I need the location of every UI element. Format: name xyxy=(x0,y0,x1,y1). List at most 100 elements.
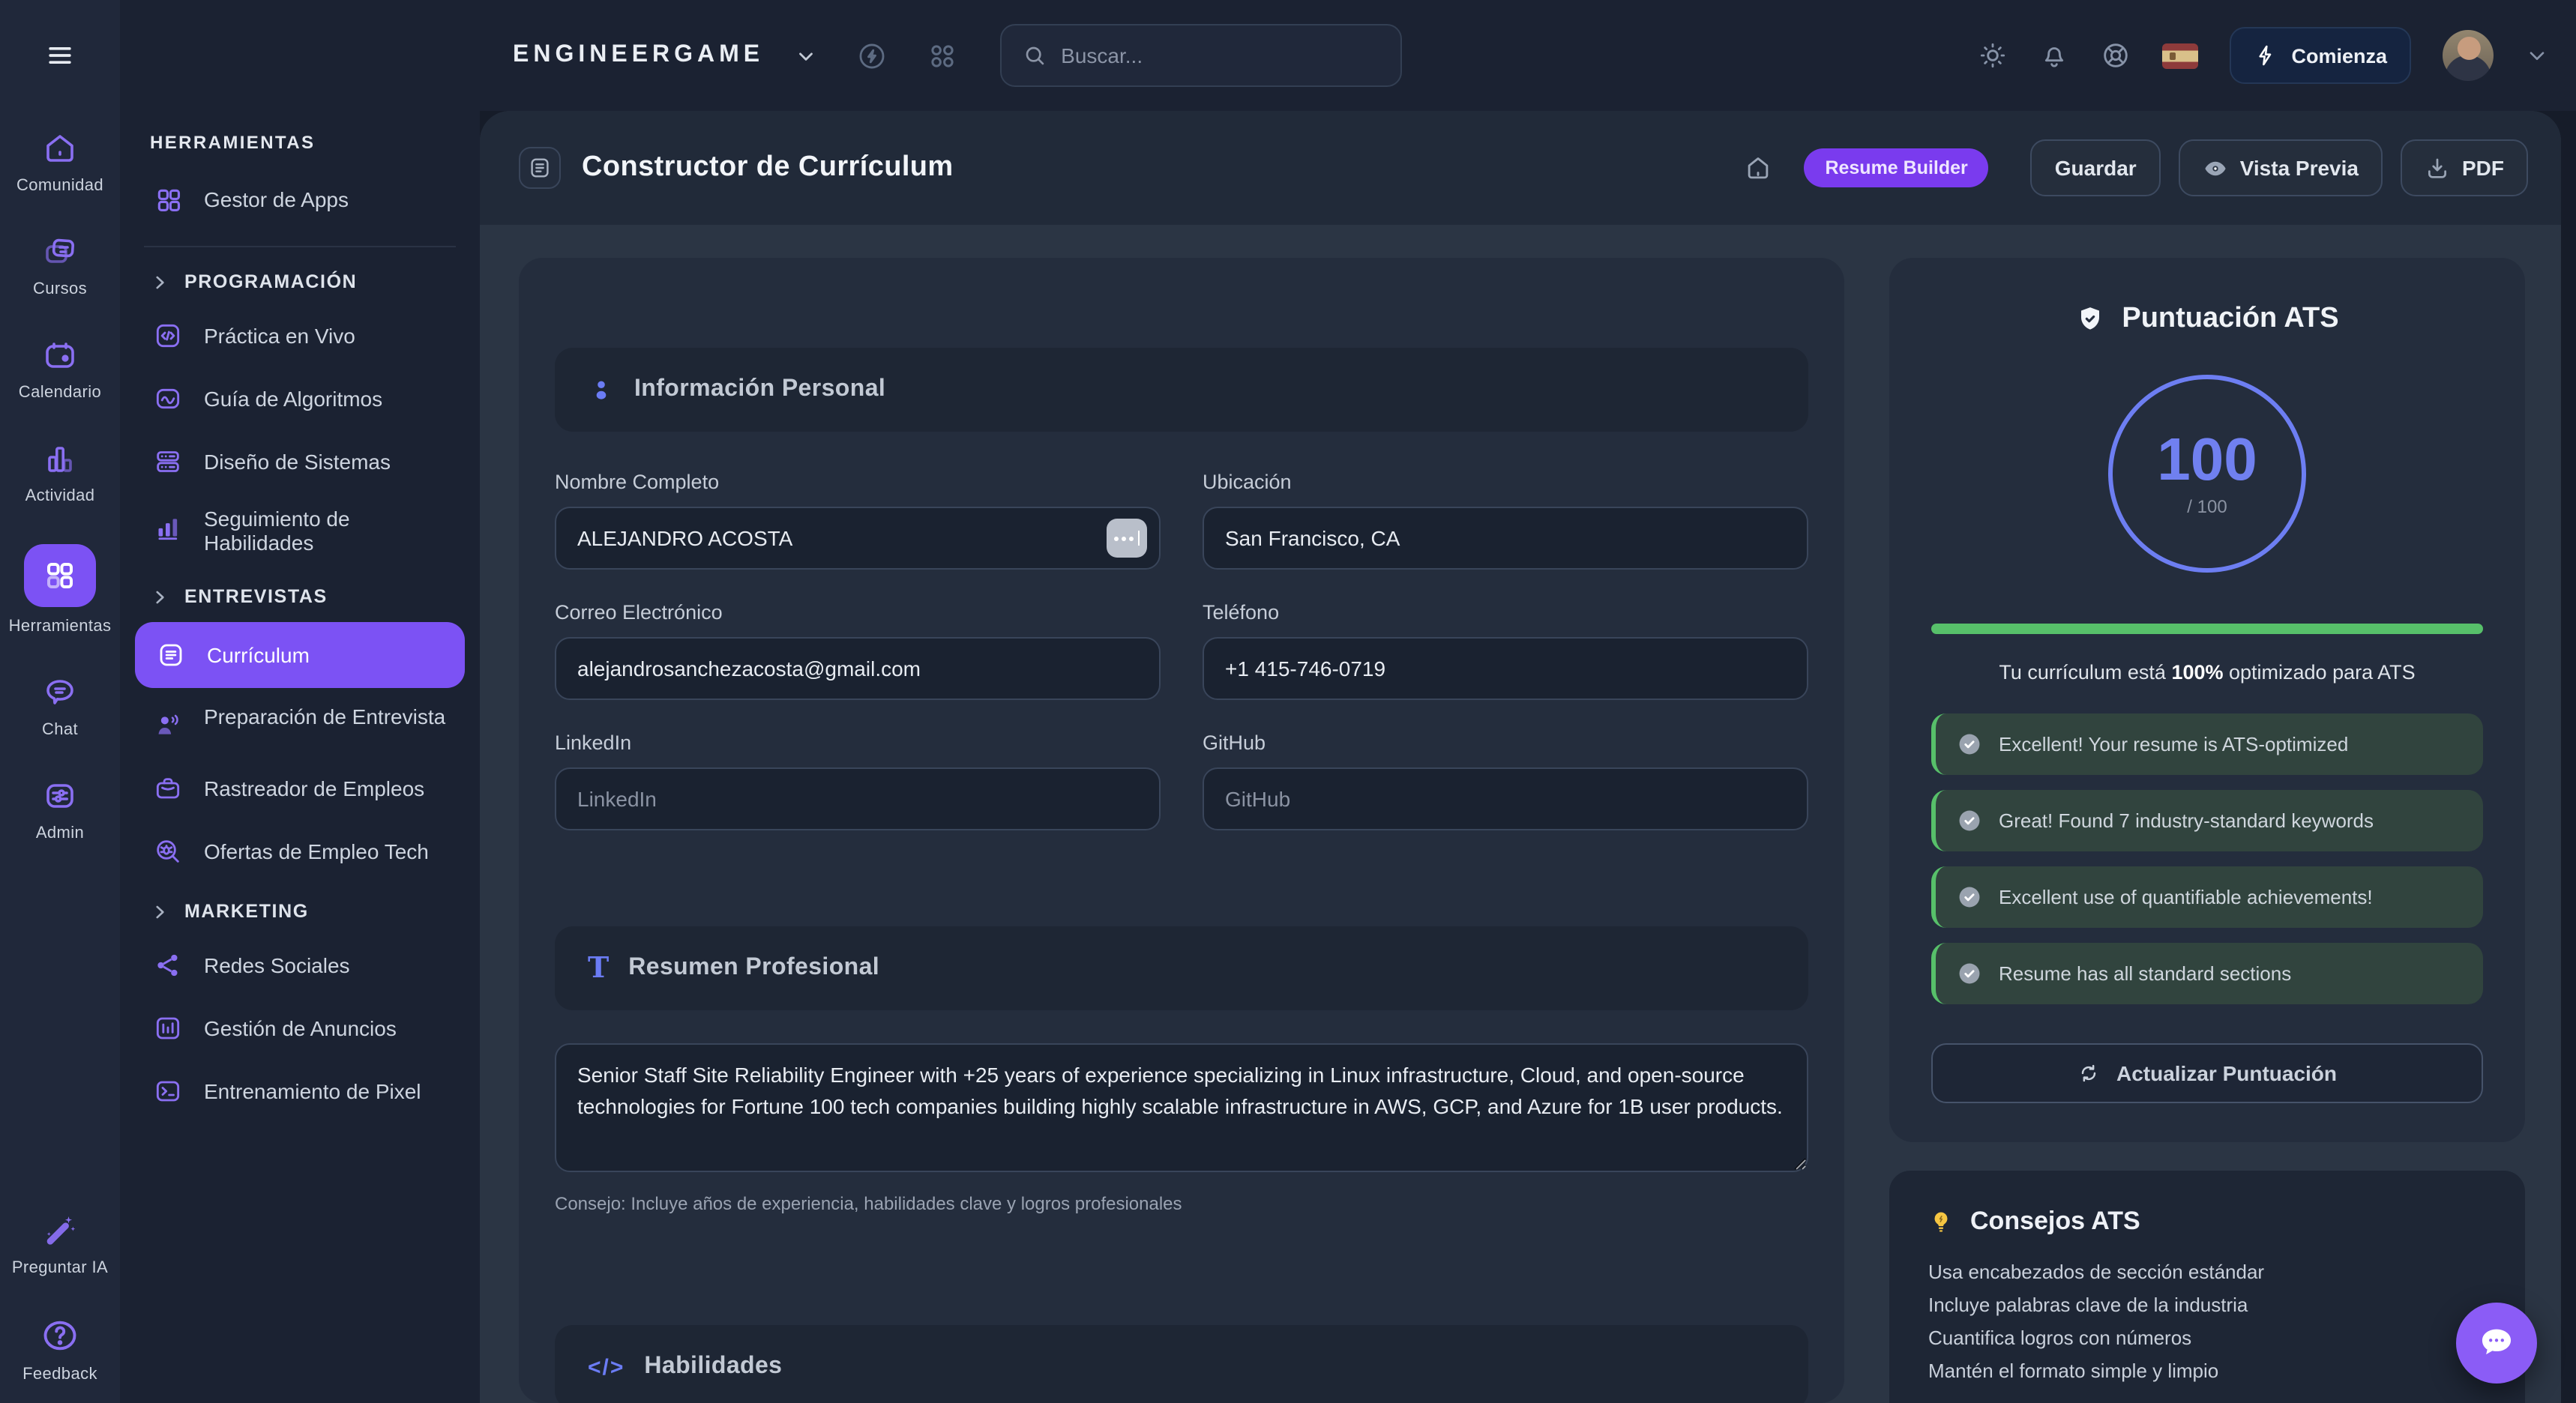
preview-button[interactable]: Vista Previa xyxy=(2179,139,2383,196)
tips-title-row: Consejos ATS xyxy=(1928,1207,2486,1237)
bug-search-icon xyxy=(150,833,186,869)
ats-check-item: Great! Found 7 industry-standard keyword… xyxy=(1931,790,2483,851)
password-manager-icon[interactable] xyxy=(1107,519,1147,558)
sidebar-item-entrenamiento-de-pixel[interactable]: Entrenamiento de Pixel xyxy=(120,1060,480,1123)
personal-fields: Nombre Completo Ubicación Correo Electró… xyxy=(555,471,1808,830)
sidebar-group-programacion[interactable]: PROGRAMACIÓN xyxy=(120,253,480,304)
chevron-right-icon xyxy=(150,272,169,292)
app: Comunidad Cursos Calendario Actividad He… xyxy=(0,0,2576,1403)
sidebar-item-diseno-de-sistemas[interactable]: Diseño de Sistemas xyxy=(120,430,480,493)
summary-textarea[interactable]: Senior Staff Site Reliability Engineer w… xyxy=(555,1043,1808,1172)
briefcase-icon xyxy=(150,770,186,806)
sidebar-item-curriculum[interactable]: Currículum xyxy=(135,622,465,688)
sidebar-item-label: Guía de Algoritmos xyxy=(204,387,382,411)
ats-check-item: Resume has all standard sections xyxy=(1931,943,2483,1004)
location-input[interactable] xyxy=(1203,507,1808,570)
resume-builder-panel: Constructor de Currículum Resume Builder… xyxy=(480,111,2561,1403)
notifications-bell-icon[interactable] xyxy=(2039,40,2069,70)
chevron-down-icon[interactable] xyxy=(2525,43,2549,67)
sidebar-item-practica-en-vivo[interactable]: Práctica en Vivo xyxy=(120,304,480,367)
sidebar-item-cursos[interactable]: Cursos xyxy=(0,214,120,318)
github-input[interactable] xyxy=(1203,767,1808,830)
resume-form-card: Información Personal Nombre Completo Ubi… xyxy=(519,258,1844,1403)
sidebar-item-rastreador-de-empleos[interactable]: Rastreador de Empleos xyxy=(120,757,480,820)
sidebar-item-label: Gestión de Anuncios xyxy=(204,1016,397,1040)
apps-dots-icon[interactable] xyxy=(926,40,957,71)
sidebar-item-gestion-de-anuncios[interactable]: Gestión de Anuncios xyxy=(120,997,480,1060)
courses-icon xyxy=(42,234,78,270)
activity-icon xyxy=(42,441,78,477)
sidebar-item-herramientas[interactable]: Herramientas xyxy=(0,525,120,655)
field-correo: Correo Electrónico xyxy=(555,601,1161,700)
language-flag-spain[interactable] xyxy=(2162,43,2198,68)
sidebar-item-label: Calendario xyxy=(19,384,101,402)
field-label: Ubicación xyxy=(1203,471,1808,493)
phone-input[interactable] xyxy=(1203,637,1808,700)
topbar-right: Comienza xyxy=(1978,27,2576,84)
sidebar-item-redes-sociales[interactable]: Redes Sociales xyxy=(120,934,480,997)
sidebar-group-marketing[interactable]: MARKETING xyxy=(120,883,480,934)
field-telefono: Teléfono xyxy=(1203,601,1808,700)
pdf-button[interactable]: PDF xyxy=(2401,139,2528,196)
sidebar-item-gestor-de-apps[interactable]: Gestor de Apps xyxy=(120,168,480,231)
sidebar-group-entrevistas[interactable]: ENTREVISTAS xyxy=(120,568,480,619)
right-column: Puntuación ATS 100 / 100 Tu currículum e… xyxy=(1889,258,2525,1403)
start-button[interactable]: Comienza xyxy=(2230,27,2411,84)
full-name-input[interactable] xyxy=(555,507,1161,570)
section-title: Habilidades xyxy=(644,1354,782,1381)
bolt-circle-icon[interactable] xyxy=(855,40,887,71)
resume-doc-icon xyxy=(153,637,189,673)
chat-bubble-icon xyxy=(2477,1324,2516,1363)
ats-title: Puntuación ATS xyxy=(2122,303,2338,336)
linkedin-input[interactable] xyxy=(555,767,1161,830)
workspace-switcher[interactable]: ENGINEERGAME xyxy=(480,42,816,69)
email-input[interactable] xyxy=(555,637,1161,700)
calendar-icon xyxy=(42,337,78,373)
summary-hint: Consejo: Incluye años de experiencia, ha… xyxy=(555,1193,1808,1214)
apps-grid-icon xyxy=(150,181,186,217)
field-github: GitHub xyxy=(1203,731,1808,830)
avatar[interactable] xyxy=(2443,30,2494,81)
section-personal-info: Información Personal xyxy=(555,348,1808,432)
save-button[interactable]: Guardar xyxy=(2031,139,2161,196)
field-label: Nombre Completo xyxy=(555,471,1161,493)
sidebar-item-label: Feedback xyxy=(22,1366,97,1384)
sidebar-item-label: Ofertas de Empleo Tech xyxy=(204,839,429,863)
sidebar-item-admin[interactable]: Admin xyxy=(0,758,120,862)
search-box[interactable] xyxy=(999,24,1401,87)
sidebar-item-label: Comunidad xyxy=(16,177,103,195)
sidebar-item-ofertas-de-empleo-tech[interactable]: Ofertas de Empleo Tech xyxy=(120,820,480,883)
sidebar-item-comunidad[interactable]: Comunidad xyxy=(0,111,120,214)
sidebar-item-actividad[interactable]: Actividad xyxy=(0,421,120,525)
sidebar-item-guia-de-algoritmos[interactable]: Guía de Algoritmos xyxy=(120,367,480,430)
sidebar-item-label: Redes Sociales xyxy=(204,953,350,977)
theme-toggle-sun-icon[interactable] xyxy=(1978,40,2008,70)
code-square-icon xyxy=(150,318,186,354)
sidebar-item-preguntar-ia[interactable]: Preguntar IA xyxy=(0,1190,120,1297)
ats-check-item: Excellent! Your resume is ATS-optimized xyxy=(1931,713,2483,775)
chat-fab-button[interactable] xyxy=(2456,1303,2537,1384)
help-lifebuoy-icon[interactable] xyxy=(2101,40,2131,70)
code-icon: </> xyxy=(588,1354,625,1380)
sidebar-item-chat[interactable]: Chat xyxy=(0,655,120,758)
ats-progress-bar xyxy=(1931,624,2483,634)
sidebar-item-calendario[interactable]: Calendario xyxy=(0,318,120,421)
search-input[interactable] xyxy=(1061,43,1379,67)
sliders-icon xyxy=(42,778,78,814)
refresh-icon xyxy=(2077,1061,2101,1085)
shield-check-icon xyxy=(2075,304,2105,334)
home-button[interactable] xyxy=(1729,139,1786,196)
check-circle-icon xyxy=(1957,961,1982,986)
chevron-down-icon xyxy=(794,44,816,67)
field-label: GitHub xyxy=(1203,731,1808,754)
chevron-right-icon xyxy=(150,587,169,606)
refresh-score-button[interactable]: Actualizar Puntuación xyxy=(1931,1043,2483,1103)
tip-item: Incluye palabras clave de la industria xyxy=(1928,1289,2486,1322)
hamburger-menu-button[interactable] xyxy=(0,0,120,111)
sidebar-item-seguimiento-de-habilidades[interactable]: Seguimiento de Habilidades xyxy=(120,493,480,568)
sidebar-item-preparacion-de-entrevista[interactable]: Preparación de Entrevista xyxy=(120,691,480,757)
sidebar-item-feedback[interactable]: Feedback xyxy=(0,1297,120,1403)
chat-icon xyxy=(42,675,78,710)
sidebar-heading: HERRAMIENTAS xyxy=(120,111,480,168)
sidebar-item-label: Rastreador de Empleos xyxy=(204,776,424,800)
